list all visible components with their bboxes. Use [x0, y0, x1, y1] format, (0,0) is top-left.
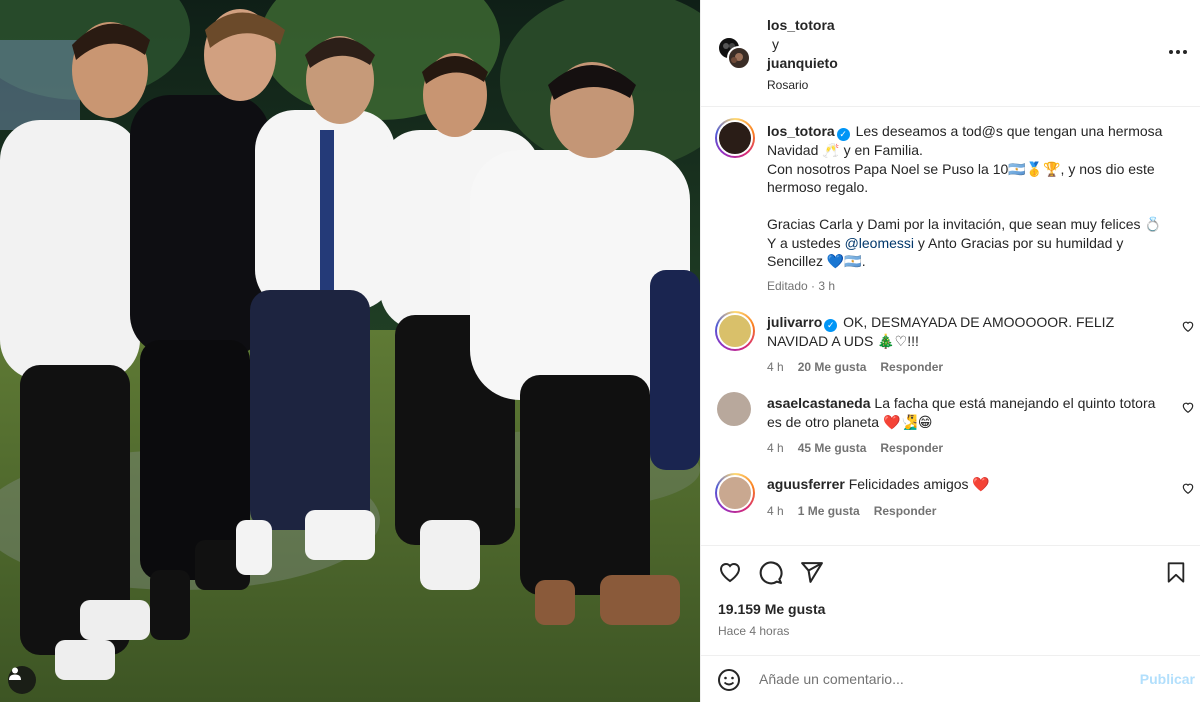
comment-icon[interactable] — [758, 560, 783, 585]
post-timestamp[interactable]: Hace 4 horas — [718, 624, 789, 638]
comment-likes[interactable]: 20 Me gusta — [798, 360, 867, 374]
caption: los_totora ✓ Les deseamos a tod@s que ten… — [701, 108, 1200, 293]
author-link[interactable]: juanquieto — [767, 54, 838, 73]
comment-text: Felicidades amigos ❤️ — [848, 476, 990, 492]
author-link[interactable]: los_totora — [767, 16, 838, 35]
avatar[interactable] — [715, 118, 755, 158]
instagram-post-modal: los_totora y juanquieto Rosario los_toto… — [0, 0, 1200, 702]
comment-username[interactable]: asaelcastaneda — [767, 395, 871, 411]
photo-illustration — [0, 0, 700, 702]
caption-text-2: Con nosotros Papa Noel se Puso la 10🇦🇷🥇🏆… — [767, 160, 1155, 196]
post-actions: 19.159 Me gusta Hace 4 horas Añade un co… — [701, 545, 1200, 700]
comment-username[interactable]: aguusferrer — [767, 476, 845, 492]
edited-label: Editado · 3 h — [767, 278, 836, 293]
comment-username[interactable]: julivarro — [767, 314, 822, 330]
share-icon[interactable] — [799, 560, 824, 585]
publish-button[interactable]: Publicar — [1140, 671, 1195, 687]
comments-list: los_totora ✓ Les deseamos a tod@s que ten… — [701, 108, 1200, 544]
user-tag-button[interactable] — [8, 666, 36, 694]
avatar[interactable] — [715, 310, 755, 351]
comment-composer: Añade un comentario... Publicar — [701, 655, 1200, 702]
comment-likes[interactable]: 45 Me gusta — [798, 441, 867, 455]
bookmark-icon[interactable] — [1165, 560, 1187, 585]
comment-likes[interactable]: 1 Me gusta — [798, 504, 860, 518]
caption-username[interactable]: los_totora — [767, 123, 835, 139]
comment-item: julivarro ✓ OK, DESMAYADA DE AMOOOOOR. FE… — [701, 293, 1200, 374]
comment-time: 4 h — [767, 503, 784, 518]
comment-item: aguusferrer Felicidades amigos ❤️ 4 h 1 … — [701, 455, 1200, 518]
more-options-icon[interactable] — [1168, 44, 1188, 60]
comment-like-icon[interactable] — [1181, 400, 1195, 414]
comment-like-icon[interactable] — [1181, 481, 1195, 495]
reply-button[interactable]: Responder — [880, 360, 943, 374]
comment-like-icon[interactable] — [1181, 319, 1195, 333]
post-photo[interactable] — [0, 0, 700, 702]
heart-icon[interactable] — [717, 560, 743, 584]
mention-link[interactable]: @leomessi — [845, 235, 914, 251]
comment-item: asaelcastaneda La facha que está manejan… — [701, 374, 1200, 455]
author-names: los_totora y juanquieto Rosario — [767, 16, 838, 95]
verified-icon: ✓ — [824, 318, 838, 332]
user-tag-icon — [9, 667, 21, 680]
reply-button[interactable]: Responder — [880, 441, 943, 455]
avatar[interactable] — [727, 46, 751, 70]
location-link[interactable]: Rosario — [767, 76, 838, 95]
verified-icon: ✓ — [836, 128, 850, 141]
comment-time: 4 h — [767, 441, 784, 455]
like-count[interactable]: 19.159 Me gusta — [718, 601, 825, 617]
post-sidebar: los_totora y juanquieto Rosario los_toto… — [700, 0, 1200, 702]
comment-input[interactable]: Añade un comentario... — [759, 671, 904, 687]
comment-time: 4 h — [767, 360, 784, 374]
post-header: los_totora y juanquieto Rosario — [701, 0, 1200, 107]
emoji-icon[interactable] — [717, 668, 741, 692]
reply-button[interactable]: Responder — [874, 504, 937, 518]
avatar[interactable] — [717, 392, 751, 426]
avatar[interactable] — [715, 473, 755, 513]
author-joiner: y — [772, 36, 779, 52]
